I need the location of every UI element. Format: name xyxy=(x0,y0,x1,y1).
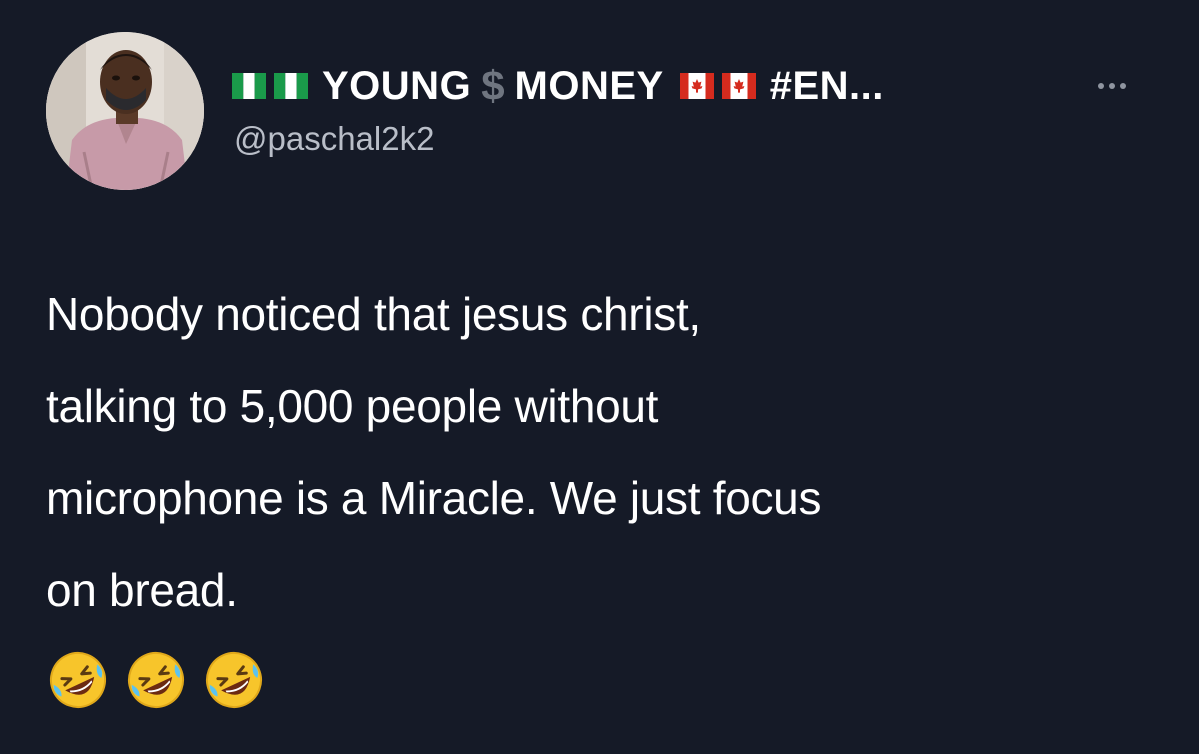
avatar[interactable] xyxy=(46,32,204,190)
canada-flag-icon xyxy=(721,73,756,99)
nigeria-flag-icon xyxy=(232,73,266,99)
display-name-part-2: MONEY xyxy=(514,63,664,108)
nigeria-flag-icon xyxy=(274,73,308,99)
rolling-on-floor-laughing-icon xyxy=(124,648,188,712)
tweet-text: Nobody noticed that jesus christ, talkin… xyxy=(46,268,1166,636)
dollar-sign: $ xyxy=(481,62,505,109)
emoji-row xyxy=(46,648,266,718)
user-handle[interactable]: @paschal2k2 xyxy=(234,120,434,158)
tweet-card: YOUNG $ MONEY #EN... @paschal2k2 Nobody … xyxy=(0,0,1199,754)
tweet-text-line: microphone is a Miracle. We just focus xyxy=(46,472,822,524)
canada-flag-icon xyxy=(679,73,714,99)
display-name-part-1: YOUNG xyxy=(322,63,472,108)
display-name[interactable]: YOUNG $ MONEY #EN... xyxy=(232,58,890,114)
tweet-text-line: on bread. xyxy=(46,564,238,616)
rolling-on-floor-laughing-icon xyxy=(46,648,110,712)
rolling-on-floor-laughing-icon xyxy=(202,648,266,712)
tweet-text-line: Nobody noticed that jesus christ, xyxy=(46,288,701,340)
display-name-hashtag: #EN... xyxy=(769,63,884,108)
more-options-icon[interactable] xyxy=(1098,76,1138,96)
tweet-header: YOUNG $ MONEY #EN... @paschal2k2 xyxy=(232,58,1172,178)
tweet-text-line: talking to 5,000 people without xyxy=(46,380,659,432)
